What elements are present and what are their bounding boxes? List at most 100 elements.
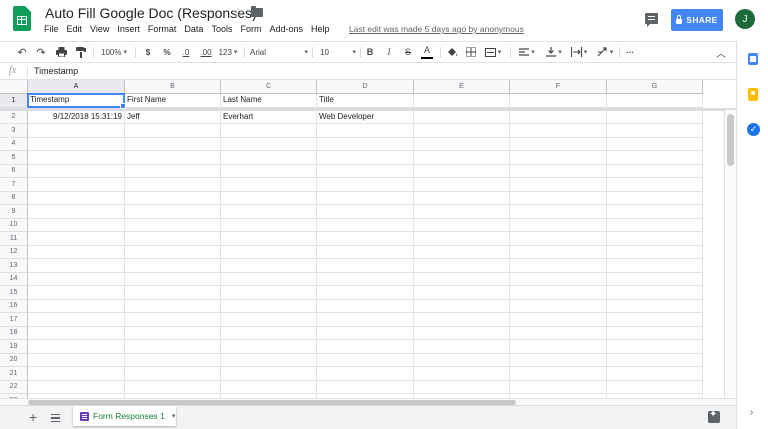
row-header-4[interactable]: 4	[0, 137, 28, 151]
collapse-toolbar-icon[interactable]: ︿	[715, 42, 727, 62]
cell-g5[interactable]	[607, 151, 703, 165]
cell-c12[interactable]	[221, 245, 317, 259]
cell-f12[interactable]	[510, 245, 607, 259]
vertical-align-icon[interactable]	[543, 42, 565, 62]
cell-e12[interactable]	[414, 245, 510, 259]
cell-c18[interactable]	[221, 326, 317, 340]
menu-add-ons[interactable]: Add-ons	[269, 24, 303, 38]
cell-b9[interactable]	[125, 205, 221, 219]
cell-b10[interactable]	[125, 218, 221, 232]
currency-format-button[interactable]: $	[143, 42, 153, 62]
cell-g11[interactable]	[607, 232, 703, 246]
cell-e3[interactable]	[414, 124, 510, 138]
cell-d7[interactable]	[317, 178, 414, 192]
menu-view[interactable]: View	[90, 24, 109, 38]
cell-b17[interactable]	[125, 313, 221, 327]
cell-c4[interactable]	[221, 137, 317, 151]
print-icon[interactable]	[54, 42, 68, 62]
cell-f19[interactable]	[510, 340, 607, 354]
borders-icon[interactable]	[465, 42, 477, 62]
cell-c13[interactable]	[221, 259, 317, 273]
cell-c3[interactable]	[221, 124, 317, 138]
cell-c2[interactable]: Everhart	[221, 110, 317, 124]
cell-d21[interactable]	[317, 367, 414, 381]
cell-a11[interactable]	[28, 232, 125, 246]
fill-color-icon[interactable]	[446, 42, 458, 62]
row-header-8[interactable]: 8	[0, 191, 28, 205]
cell-f7[interactable]	[510, 178, 607, 192]
cell-a1[interactable]: Timestamp	[28, 94, 125, 108]
row-header-14[interactable]: 14	[0, 272, 28, 286]
row-header-9[interactable]: 9	[0, 205, 28, 219]
cell-b22[interactable]	[125, 380, 221, 394]
column-header-c[interactable]: C	[221, 80, 317, 94]
row-header-19[interactable]: 19	[0, 340, 28, 354]
cell-f22[interactable]	[510, 380, 607, 394]
cell-g8[interactable]	[607, 191, 703, 205]
cell-d6[interactable]	[317, 164, 414, 178]
cell-a8[interactable]	[28, 191, 125, 205]
cell-d13[interactable]	[317, 259, 414, 273]
last-edit-link[interactable]: Last edit was made 5 days ago by anonymo…	[349, 24, 524, 34]
cell-f17[interactable]	[510, 313, 607, 327]
cell-a22[interactable]	[28, 380, 125, 394]
cell-b5[interactable]	[125, 151, 221, 165]
cell-c21[interactable]	[221, 367, 317, 381]
cell-e20[interactable]	[414, 353, 510, 367]
cell-d1[interactable]: Title	[317, 94, 414, 108]
cell-e18[interactable]	[414, 326, 510, 340]
cell-c20[interactable]	[221, 353, 317, 367]
strikethrough-button[interactable]: S	[403, 42, 413, 62]
cell-b3[interactable]	[125, 124, 221, 138]
cell-f18[interactable]	[510, 326, 607, 340]
cell-b21[interactable]	[125, 367, 221, 381]
cell-a15[interactable]	[28, 286, 125, 300]
select-all-corner[interactable]	[0, 80, 28, 94]
cell-b12[interactable]	[125, 245, 221, 259]
freeze-divider[interactable]	[0, 107, 736, 111]
cell-b6[interactable]	[125, 164, 221, 178]
cell-c14[interactable]	[221, 272, 317, 286]
cell-b19[interactable]	[125, 340, 221, 354]
cell-b7[interactable]	[125, 178, 221, 192]
column-header-g[interactable]: G	[607, 80, 703, 94]
cell-d12[interactable]	[317, 245, 414, 259]
cell-d8[interactable]	[317, 191, 414, 205]
vertical-scrollbar[interactable]	[724, 110, 736, 398]
cell-c10[interactable]	[221, 218, 317, 232]
spreadsheet-grid[interactable]: ABCDEFG 1 2 3 4 5 6 7 8 9 10 11 12 13 14 15 16 17 18 19 20 2…	[0, 80, 736, 398]
row-header-21[interactable]: 21	[0, 367, 28, 381]
column-header-b[interactable]: B	[125, 80, 221, 94]
column-header-d[interactable]: D	[317, 80, 414, 94]
increase-decimal-button[interactable]: .00	[198, 42, 214, 62]
cell-f11[interactable]	[510, 232, 607, 246]
font-family-select[interactable]: Arial ▾	[250, 42, 308, 62]
cell-g18[interactable]	[607, 326, 703, 340]
cell-a21[interactable]	[28, 367, 125, 381]
cell-a4[interactable]	[28, 137, 125, 151]
cell-e6[interactable]	[414, 164, 510, 178]
cell-d15[interactable]	[317, 286, 414, 300]
cell-b4[interactable]	[125, 137, 221, 151]
cell-a18[interactable]	[28, 326, 125, 340]
cell-e11[interactable]	[414, 232, 510, 246]
more-options-icon[interactable]: ···	[623, 42, 637, 62]
cell-c1[interactable]: Last Name	[221, 94, 317, 108]
cell-e14[interactable]	[414, 272, 510, 286]
bold-button[interactable]: B	[365, 42, 375, 62]
cell-c16[interactable]	[221, 299, 317, 313]
cell-f2[interactable]	[510, 110, 607, 124]
column-header-e[interactable]: E	[414, 80, 510, 94]
cell-e1[interactable]	[414, 94, 510, 108]
text-color-button[interactable]: A	[421, 43, 433, 59]
cell-b15[interactable]	[125, 286, 221, 300]
cell-g2[interactable]	[607, 110, 703, 124]
more-formats-select[interactable]: 123	[217, 42, 239, 62]
share-button[interactable]: SHARE	[671, 9, 723, 31]
row-header-11[interactable]: 11	[0, 232, 28, 246]
cell-d10[interactable]	[317, 218, 414, 232]
merge-cells-icon[interactable]	[482, 42, 504, 62]
cell-a14[interactable]	[28, 272, 125, 286]
redo-icon[interactable]: ↷	[34, 42, 48, 62]
cell-c22[interactable]	[221, 380, 317, 394]
